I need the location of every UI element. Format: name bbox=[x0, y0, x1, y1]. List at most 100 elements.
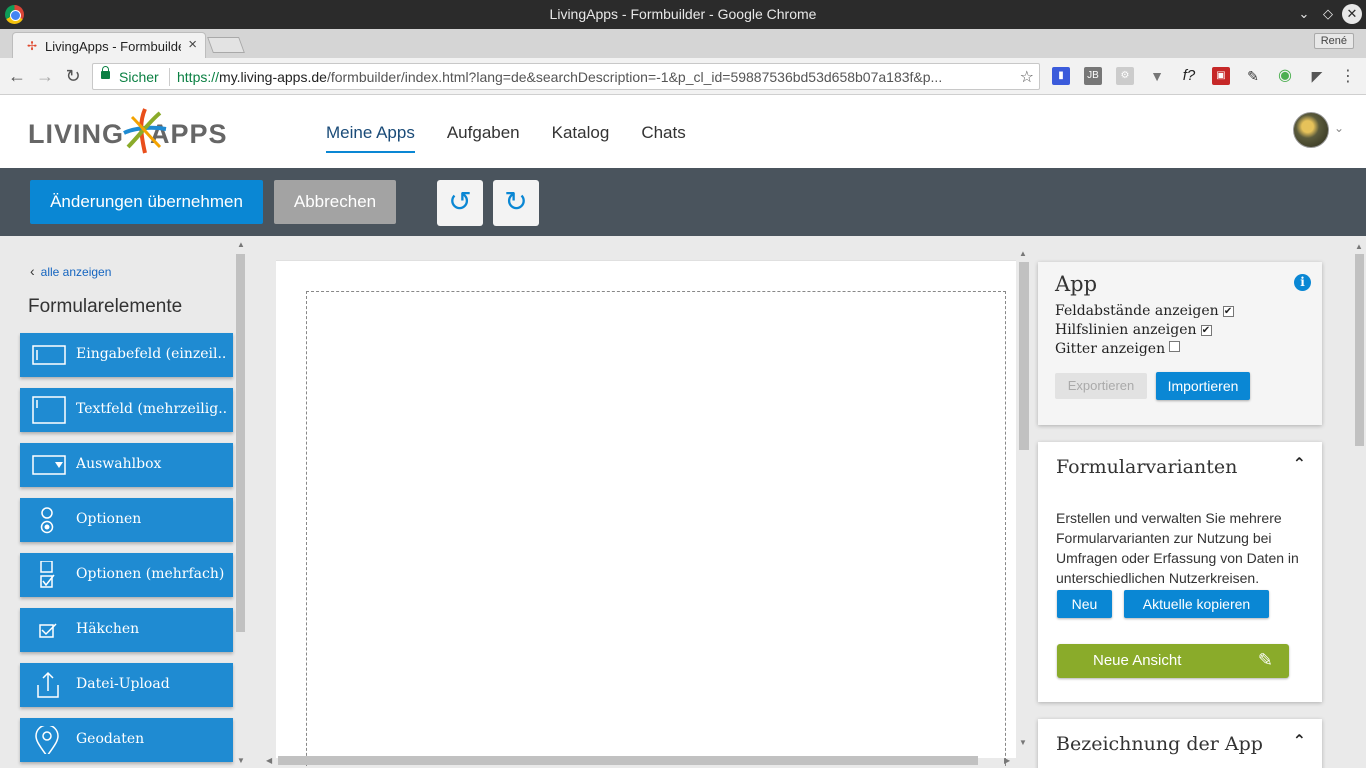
lock-icon bbox=[101, 66, 110, 79]
extension-eyedropper-icon[interactable]: ✎ bbox=[1244, 67, 1262, 85]
properties-panel: App i Feldabstände anzeigen ✔ Hilfslinien… bbox=[1030, 236, 1366, 768]
location-pin-icon bbox=[35, 726, 59, 754]
scroll-right-icon[interactable]: ▶ bbox=[1004, 756, 1010, 765]
livingapps-logo[interactable]: LIVING APPS bbox=[28, 107, 228, 155]
show-all-link[interactable]: ‹ alle anzeigen bbox=[30, 263, 111, 279]
export-button[interactable]: Exportieren bbox=[1055, 373, 1147, 399]
element-multi-options[interactable]: Optionen (mehrfach) bbox=[20, 553, 233, 597]
new-view-label: Neue Ansicht bbox=[1093, 652, 1182, 669]
nav-katalog[interactable]: Katalog bbox=[544, 95, 618, 168]
sidebar-scrollbar[interactable]: ▲ ▼ bbox=[235, 240, 246, 765]
extension-circle-icon[interactable]: ◉ bbox=[1276, 67, 1294, 85]
element-label: Häkchen bbox=[76, 621, 140, 637]
nav-aufgaben[interactable]: Aufgaben bbox=[439, 95, 528, 168]
scroll-left-icon[interactable]: ◀ bbox=[266, 756, 272, 765]
url-host: my.living-apps.de bbox=[219, 69, 327, 85]
scroll-up-icon[interactable]: ▲ bbox=[1355, 242, 1363, 251]
tab-close-icon[interactable]: × bbox=[188, 36, 197, 53]
element-label: Geodaten bbox=[76, 731, 145, 747]
canvas-hscroll-thumb[interactable] bbox=[278, 756, 978, 765]
url-path: /formbuilder/index.html?lang=de&searchDe… bbox=[326, 69, 943, 85]
form-canvas[interactable] bbox=[276, 260, 1016, 768]
import-button[interactable]: Importieren bbox=[1156, 372, 1250, 400]
element-textarea[interactable]: Textfeld (mehrzeilig... bbox=[20, 388, 233, 432]
canvas-horizontal-scrollbar[interactable]: ◀ ▶ bbox=[264, 753, 1016, 768]
bookmark-star-icon[interactable]: ☆ bbox=[1020, 67, 1034, 87]
info-icon[interactable]: i bbox=[1294, 274, 1311, 291]
extension-jb-icon[interactable]: JB bbox=[1084, 67, 1102, 85]
element-checkbox[interactable]: Häkchen bbox=[20, 608, 233, 652]
new-tab-button[interactable] bbox=[207, 37, 245, 53]
scroll-up-icon[interactable]: ▲ bbox=[237, 240, 245, 249]
grid-checkbox[interactable] bbox=[1169, 341, 1181, 352]
reload-icon[interactable]: ↻ bbox=[62, 65, 84, 87]
option-guides[interactable]: Hilfslinien anzeigen ✔ bbox=[1055, 322, 1212, 338]
extension-gear-icon[interactable]: ⚙ bbox=[1116, 67, 1134, 85]
canvas-vscroll-thumb[interactable] bbox=[1019, 262, 1029, 450]
cancel-button[interactable]: Abbrechen bbox=[274, 180, 396, 224]
checkbox-icon bbox=[39, 623, 57, 638]
back-arrow-icon[interactable]: ← bbox=[6, 65, 28, 87]
profile-chip[interactable]: René bbox=[1313, 33, 1354, 49]
scroll-down-icon[interactable]: ▼ bbox=[237, 756, 245, 765]
element-select[interactable]: Auswahlbox bbox=[20, 443, 233, 487]
nav-label: Katalog bbox=[551, 123, 610, 142]
undo-icon[interactable]: ↺ bbox=[437, 180, 483, 226]
extension-red-icon[interactable]: ▣ bbox=[1212, 67, 1230, 85]
nav-meine-apps[interactable]: Meine Apps bbox=[318, 95, 423, 168]
radio-icon bbox=[40, 507, 54, 534]
extension-formula-icon[interactable]: f? bbox=[1178, 67, 1200, 85]
chevron-up-icon[interactable]: ⌃ bbox=[1293, 454, 1306, 474]
maximize-icon[interactable]: ◇ bbox=[1318, 4, 1338, 24]
address-bar[interactable]: Sicher https://my.living-apps.de/formbui… bbox=[92, 63, 1040, 90]
element-label: Auswahlbox bbox=[76, 456, 162, 472]
main-navigation: Meine Apps Aufgaben Katalog Chats bbox=[318, 95, 710, 168]
show-all-label: alle anzeigen bbox=[40, 265, 112, 279]
option-grid[interactable]: Gitter anzeigen bbox=[1055, 341, 1181, 357]
scroll-down-icon[interactable]: ▼ bbox=[1019, 738, 1027, 747]
panel-scrollbar[interactable]: ▲ bbox=[1352, 242, 1366, 768]
guides-checkbox[interactable]: ✔ bbox=[1200, 325, 1212, 336]
pencil-icon: ✎ bbox=[1257, 650, 1273, 670]
form-drop-zone[interactable] bbox=[306, 291, 1006, 768]
secure-label: Sicher bbox=[119, 69, 159, 85]
url-text[interactable]: https://my.living-apps.de/formbuilder/in… bbox=[177, 69, 1007, 85]
close-window-icon[interactable]: ✕ bbox=[1342, 4, 1362, 24]
url-scheme: https:// bbox=[177, 69, 220, 85]
nav-chats[interactable]: Chats bbox=[633, 95, 693, 168]
sidebar-scroll-thumb[interactable] bbox=[236, 254, 245, 632]
chevron-left-icon: ‹ bbox=[30, 263, 35, 279]
scroll-up-icon[interactable]: ▲ bbox=[1019, 249, 1027, 258]
element-label: Optionen bbox=[76, 511, 142, 527]
element-geodata[interactable]: Geodaten bbox=[20, 718, 233, 762]
panel-scroll-thumb[interactable] bbox=[1355, 254, 1364, 446]
element-file-upload[interactable]: Datei-Upload bbox=[20, 663, 233, 707]
extension-v-icon[interactable]: ▼ bbox=[1148, 67, 1166, 85]
element-textfield[interactable]: Eingabefeld (einzeil... bbox=[20, 333, 233, 377]
form-canvas-area: ▲ ▼ ◀ ▶ bbox=[264, 248, 1030, 768]
new-view-button[interactable]: Neue Ansicht ✎ bbox=[1057, 644, 1289, 678]
field-spacing-checkbox[interactable]: ✔ bbox=[1222, 306, 1234, 317]
apply-changes-button[interactable]: Änderungen übernehmen bbox=[30, 180, 263, 224]
address-separator bbox=[169, 68, 170, 86]
app-name-title: Bezeichnung der App bbox=[1056, 733, 1263, 755]
chevron-down-icon[interactable]: ⌄ bbox=[1334, 121, 1344, 135]
extension-arrow-icon[interactable]: ◤ bbox=[1308, 67, 1326, 85]
canvas-vertical-scrollbar[interactable]: ▲ ▼ bbox=[1016, 248, 1030, 753]
chevron-up-icon[interactable]: ⌃ bbox=[1293, 731, 1306, 751]
option-field-spacing[interactable]: Feldabstände anzeigen ✔ bbox=[1055, 303, 1234, 319]
form-variants-card: Formularvarianten ⌃ Erstellen und verwal… bbox=[1038, 442, 1322, 702]
redo-icon[interactable]: ↻ bbox=[493, 180, 539, 226]
copy-current-button[interactable]: Aktuelle kopieren bbox=[1124, 590, 1269, 618]
minimize-icon[interactable]: ⌄ bbox=[1294, 4, 1314, 24]
element-label: Textfeld (mehrzeilig... bbox=[76, 401, 226, 417]
user-avatar[interactable] bbox=[1293, 112, 1329, 148]
chrome-menu-icon[interactable]: ⋮ bbox=[1340, 66, 1356, 86]
tab-formbuilder[interactable]: ✢ LivingApps - Formbuilder × bbox=[12, 32, 206, 58]
extension-1-icon[interactable]: ▮ bbox=[1052, 67, 1070, 85]
app-card-title: App bbox=[1055, 272, 1098, 296]
element-label: Datei-Upload bbox=[76, 676, 170, 692]
new-variant-button[interactable]: Neu bbox=[1057, 590, 1112, 618]
forward-arrow-icon[interactable]: → bbox=[34, 65, 56, 87]
element-radio[interactable]: Optionen bbox=[20, 498, 233, 542]
